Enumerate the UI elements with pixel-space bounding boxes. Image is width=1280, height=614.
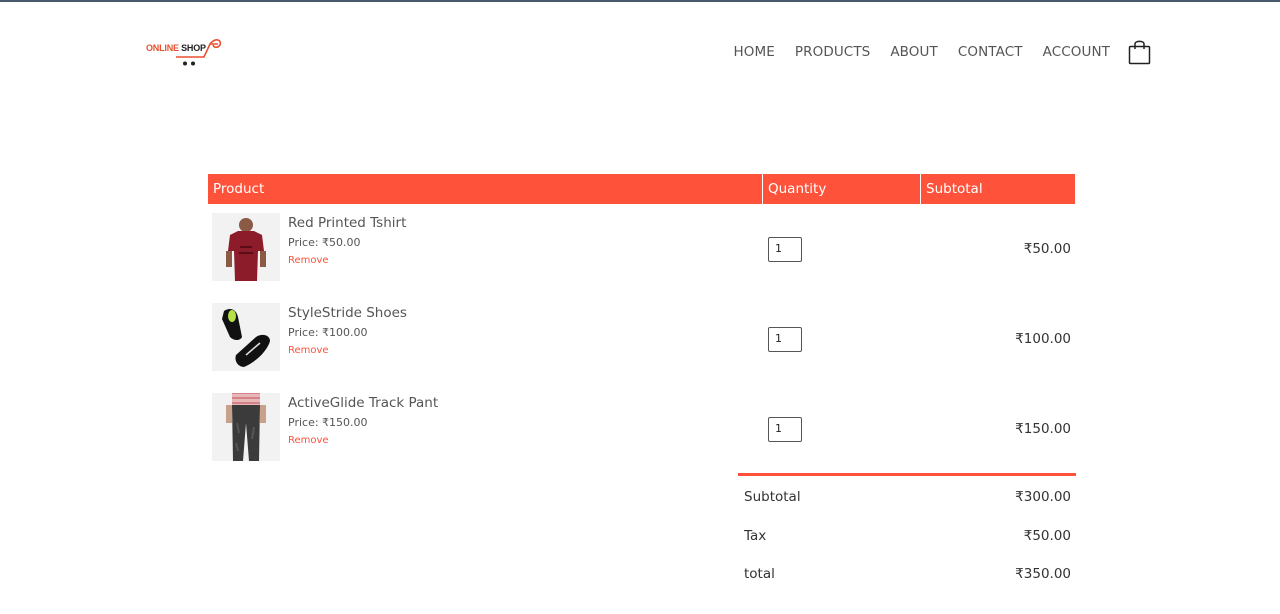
cart-table: Product Quantity Subtotal Red Printed Ts…	[208, 174, 1075, 474]
main-nav: HOME PRODUCTS ABOUT CONTACT ACCOUNT	[734, 44, 1110, 60]
header-product: Product	[213, 181, 265, 197]
nav-about[interactable]: ABOUT	[890, 44, 938, 60]
logo[interactable]: ONLINE SHOP	[146, 36, 224, 70]
product-name: StyleStride Shoes	[288, 305, 407, 321]
product-info: StyleStride Shoes Price: ₹100.00 Remove	[288, 305, 407, 356]
logo-text: ONLINE SHOP	[146, 43, 206, 53]
total-row: total ₹350.00	[738, 555, 1076, 594]
tax-value: ₹50.00	[1023, 527, 1071, 544]
subtotal-row: Subtotal ₹300.00	[738, 478, 1076, 517]
product-info: Red Printed Tshirt Price: ₹50.00 Remove	[288, 215, 406, 266]
product-price: Price: ₹50.00	[288, 236, 361, 249]
remove-link[interactable]: Remove	[288, 345, 407, 356]
product-image-shoes	[212, 303, 280, 371]
table-row: Red Printed Tshirt Price: ₹50.00 Remove …	[208, 204, 1075, 294]
product-info: ActiveGlide Track Pant Price: ₹150.00 Re…	[288, 395, 438, 446]
row-subtotal: ₹150.00	[1015, 421, 1071, 437]
header-quantity: Quantity	[762, 174, 920, 204]
subtotal-label: Subtotal	[744, 489, 801, 506]
remove-link[interactable]: Remove	[288, 435, 438, 446]
table-header: Product Quantity Subtotal	[208, 174, 1075, 204]
product-name: ActiveGlide Track Pant	[288, 395, 439, 411]
quantity-input[interactable]: 1	[768, 327, 802, 352]
logo-text-online: ONLINE	[146, 43, 179, 53]
shopping-bag-icon[interactable]	[1128, 39, 1151, 65]
table-row: ActiveGlide Track Pant Price: ₹150.00 Re…	[208, 384, 1075, 474]
row-subtotal: ₹100.00	[1015, 331, 1071, 347]
subtotal-value: ₹300.00	[1015, 489, 1071, 506]
quantity-input[interactable]: 1	[768, 237, 802, 262]
table-row: StyleStride Shoes Price: ₹100.00 Remove …	[208, 294, 1075, 384]
product-price: Price: ₹100.00	[288, 326, 368, 339]
tax-label: Tax	[744, 527, 767, 544]
tax-row: Tax ₹50.00	[738, 517, 1076, 556]
product-price: Price: ₹150.00	[288, 416, 368, 429]
row-subtotal: ₹50.00	[1023, 241, 1071, 257]
nav-account[interactable]: ACCOUNT	[1043, 44, 1110, 60]
product-image-trackpant	[212, 393, 280, 461]
total-value: ₹350.00	[1015, 566, 1071, 583]
cart-totals: Subtotal ₹300.00 Tax ₹50.00 total ₹350.0…	[738, 473, 1076, 594]
cart-logo-icon	[176, 39, 222, 66]
nav-home[interactable]: HOME	[734, 44, 775, 60]
logo-text-shop: SHOP	[181, 43, 206, 53]
nav-products[interactable]: PRODUCTS	[795, 44, 870, 60]
quantity-input[interactable]: 1	[768, 417, 802, 442]
total-label: total	[744, 566, 775, 583]
remove-link[interactable]: Remove	[288, 255, 406, 266]
nav-contact[interactable]: CONTACT	[958, 44, 1023, 60]
product-name: Red Printed Tshirt	[288, 215, 407, 231]
header-subtotal: Subtotal	[920, 174, 1075, 204]
product-image-tshirt	[212, 213, 280, 281]
